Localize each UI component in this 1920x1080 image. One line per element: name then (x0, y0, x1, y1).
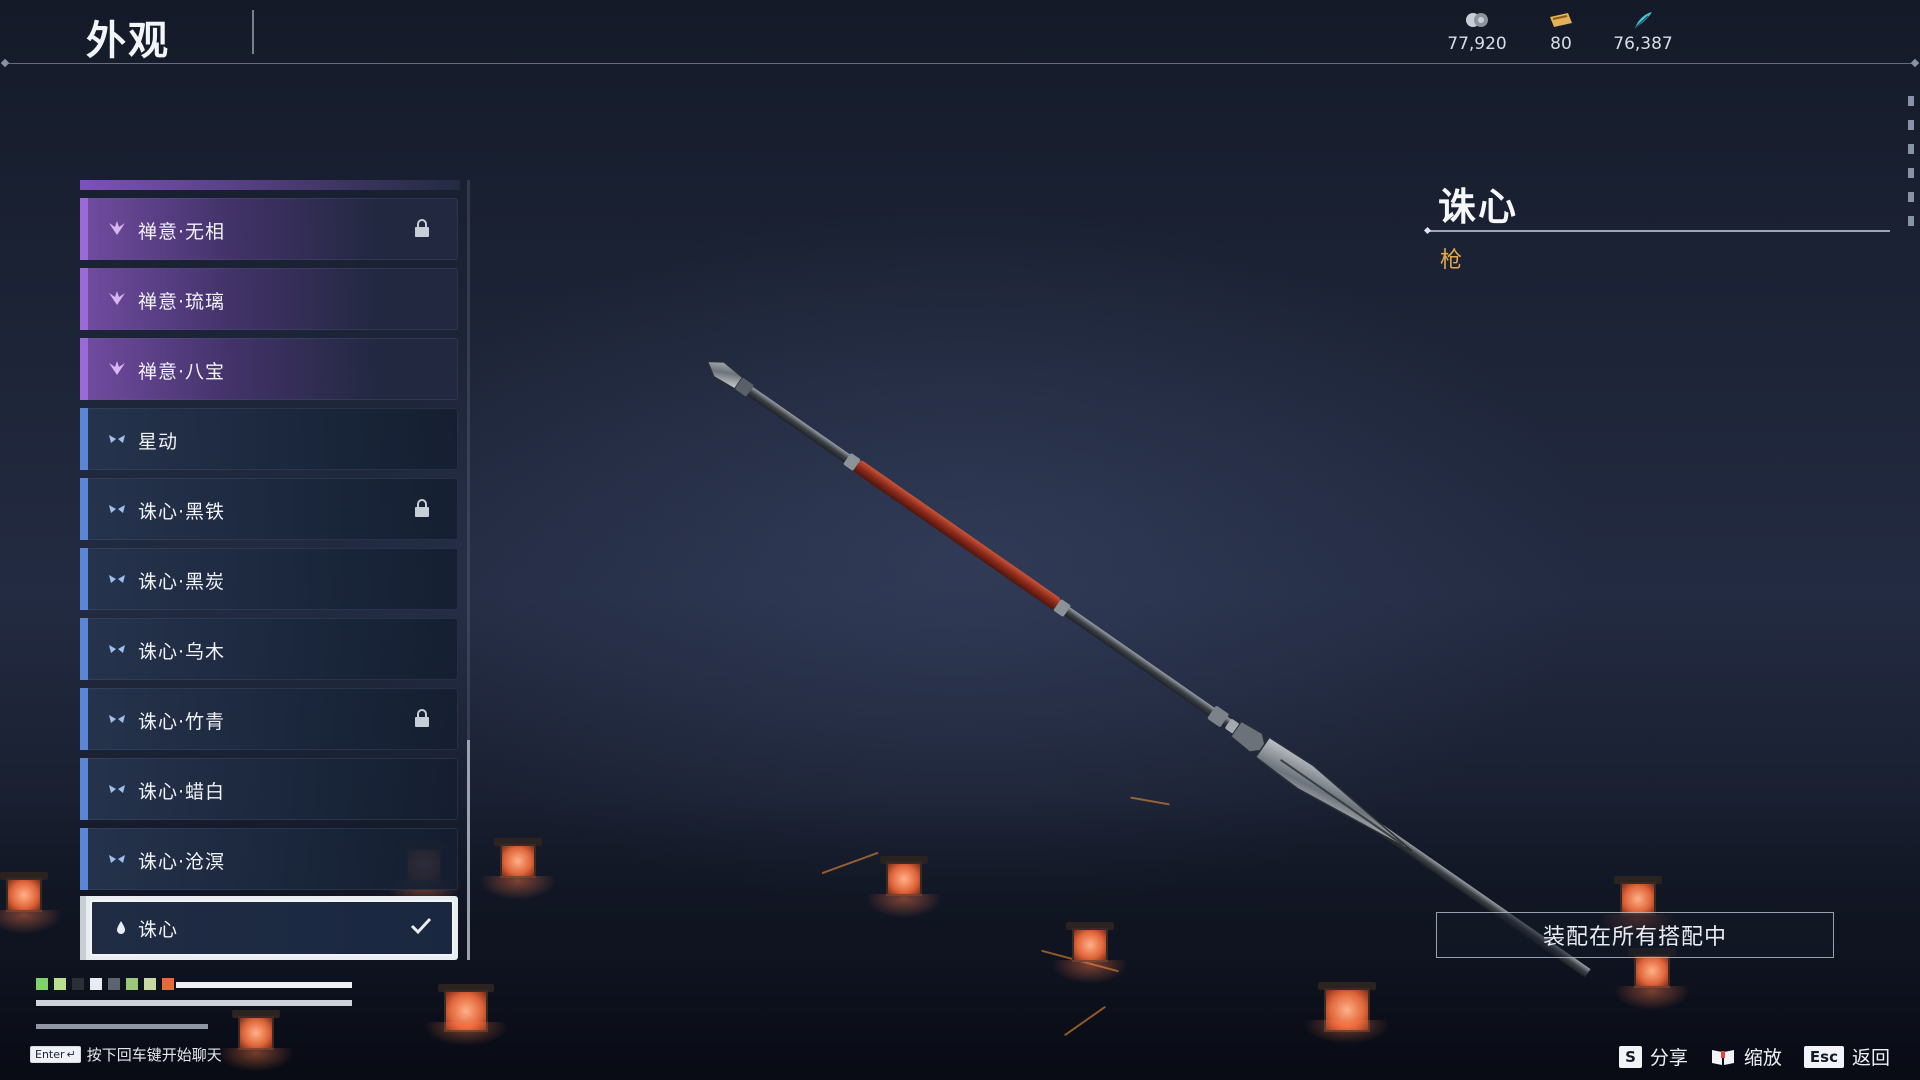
skin-item[interactable]: 星动 (80, 408, 458, 470)
coin-icon (1432, 10, 1522, 30)
currency-feather: 76,387 (1598, 10, 1688, 54)
zoom-hint[interactable]: 缩放 (1710, 1043, 1782, 1070)
rarity-bar (80, 688, 88, 750)
lantern (1052, 922, 1128, 984)
wings-icon (109, 505, 125, 513)
lotus-icon (109, 221, 125, 235)
share-hint[interactable]: S 分享 (1619, 1043, 1688, 1070)
skin-item[interactable]: 诛心·蜡白 (80, 758, 458, 820)
skin-item-label: 禅意·琉璃 (138, 291, 226, 313)
rarity-bar (80, 548, 88, 610)
droplet-icon (117, 921, 125, 934)
list-scrollbar-thumb[interactable] (467, 740, 470, 960)
skin-item[interactable]: 禅意·无相 (80, 198, 458, 260)
skin-item[interactable]: 禅意·八宝 (80, 338, 458, 400)
return-arrow-icon: ↵ (66, 1048, 76, 1061)
lantern (0, 872, 62, 934)
skin-item-label: 诛心·蜡白 (138, 781, 226, 803)
rarity-bar (80, 198, 88, 260)
skin-item-label: 禅意·无相 (138, 221, 226, 243)
rarity-bar (80, 338, 88, 400)
currency-feather-value: 76,387 (1613, 34, 1673, 54)
checkmark-icon (410, 917, 432, 935)
currency-coin: 77,920 (1432, 10, 1522, 54)
chat-hint[interactable]: Enter ↵ 按下回车键开始聊天 (30, 1044, 222, 1065)
right-scroll-indicator (1908, 96, 1916, 240)
zoom-label: 缩放 (1743, 1047, 1782, 1069)
skin-item[interactable]: 禅意·琉璃 (80, 268, 458, 330)
share-label: 分享 (1649, 1047, 1688, 1069)
rarity-bar (80, 828, 88, 890)
ticket-icon (1516, 10, 1606, 30)
header-divider (4, 63, 1916, 64)
lock-icon (415, 499, 429, 517)
skin-item-label: 诛心·沧溟 (138, 851, 226, 873)
skin-item-selected[interactable]: 诛心 (80, 896, 458, 960)
skin-item[interactable]: 诛心·乌木 (80, 618, 458, 680)
rarity-bar (80, 268, 88, 330)
item-name-underline-dot (1423, 226, 1432, 235)
wings-icon (109, 575, 125, 583)
feather-icon (1598, 10, 1688, 30)
back-hint[interactable]: Esc 返回 (1803, 1043, 1890, 1070)
skin-item[interactable]: 诛心·竹青 (80, 688, 458, 750)
back-label: 返回 (1851, 1047, 1890, 1069)
currency-coin-value: 77,920 (1447, 34, 1507, 54)
wings-icon (109, 435, 125, 443)
enter-key: Enter ↵ (30, 1046, 81, 1063)
lantern (424, 984, 508, 1046)
skin-item[interactable]: 诛心·沧溟 (80, 828, 458, 890)
rarity-bar (80, 478, 88, 540)
chat-hint-text: 按下回车键开始聊天 (86, 1046, 222, 1064)
skin-item-label: 星动 (138, 431, 179, 453)
skin-item-label: 诛心 (138, 919, 179, 941)
lock-icon (415, 219, 429, 237)
currency-ticket-value: 80 (1550, 34, 1572, 54)
wings-icon (109, 645, 125, 653)
item-name-underline (1428, 230, 1890, 232)
lantern (866, 856, 942, 918)
title-divider (252, 10, 254, 54)
skin-item-label: 诛心·黑炭 (138, 571, 226, 593)
esc-key: Esc (1803, 1045, 1844, 1068)
lock-icon (415, 709, 429, 727)
item-type: 枪 (1440, 248, 1463, 273)
skin-item[interactable]: 诛心·黑铁 (80, 478, 458, 540)
chat-preview (36, 970, 356, 1030)
lantern (1304, 982, 1390, 1044)
share-key: S (1619, 1045, 1642, 1068)
list-top-item-edge (80, 180, 460, 190)
wings-icon (109, 855, 125, 863)
wings-icon (109, 785, 125, 793)
rarity-bar (80, 408, 88, 470)
book-icon (1711, 1049, 1734, 1065)
skin-item-label: 诛心·黑铁 (138, 501, 226, 523)
currency-ticket: 80 (1516, 10, 1606, 54)
item-name: 诛心 (1438, 185, 1519, 229)
skin-item-label: 诛心·竹青 (138, 711, 226, 733)
equip-all-button[interactable]: 装配在所有搭配中 (1436, 912, 1834, 958)
lotus-icon (109, 291, 125, 305)
header: 外观 77,920 80 76,387 (0, 0, 1920, 64)
rarity-bar (80, 758, 88, 820)
key-hints: S 分享 缩放 Esc 返回 (1619, 1043, 1890, 1070)
lotus-icon (109, 361, 125, 375)
skin-item-label: 禅意·八宝 (138, 361, 226, 383)
page-title: 外观 (86, 18, 170, 64)
lantern (480, 838, 556, 900)
skin-item[interactable]: 诛心·黑炭 (80, 548, 458, 610)
skin-item-label: 诛心·乌木 (138, 641, 226, 663)
rarity-bar (80, 618, 88, 680)
rarity-bar (80, 896, 86, 960)
wings-icon (109, 715, 125, 723)
